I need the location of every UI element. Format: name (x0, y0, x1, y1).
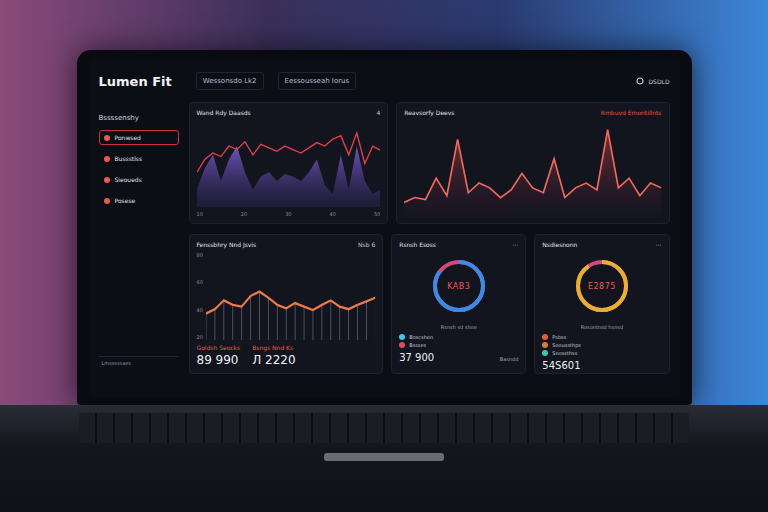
legend-dot-icon (399, 342, 405, 348)
sidebar-item[interactable]: Bussstlss (99, 151, 179, 166)
gauge-card: Rsnsh Esoss ⋯ KAB3 Rsnsh sd shoe Boscshon Bss… (391, 234, 526, 374)
bar (214, 309, 215, 340)
legend-dot-icon (399, 334, 405, 340)
bar (303, 307, 304, 340)
bar (241, 307, 242, 340)
top-bar: Lumen Fit Wessonsdo Lk2 Eessousseah Iorus D… (99, 66, 670, 96)
gauge-reading: KAB3 (447, 282, 470, 291)
bar (268, 298, 269, 340)
legend-item: Snossthss (542, 350, 661, 356)
gauge-caption: Rosontnsd hsnsd (542, 324, 661, 330)
bar (312, 310, 313, 340)
heart-chart (197, 120, 381, 207)
trend-chart-card: Fenssbhry Nnd Jsvis Nsb 6 80604020 Goldsh S… (189, 234, 384, 374)
stat: Goldsh Seocks89 990 (197, 344, 241, 367)
bar (223, 300, 224, 340)
gauge-header: Nsdiesnonn ⋯ (542, 241, 661, 248)
trend-chart (206, 252, 375, 340)
gauge-value: 37 900 (399, 352, 434, 363)
line-series (404, 130, 661, 203)
x-axis: 1020304050 (197, 211, 381, 217)
legend-dot-icon (542, 334, 548, 340)
gauge-title: Rsnsh Esoss (399, 241, 436, 248)
gauge: E2875 (542, 254, 661, 318)
stat: Bsngs Nnd KsЛ 2220 (252, 344, 295, 367)
recovery-chart-card: Reavsorfy Deevs Rmbuvd Emontillnts (396, 102, 669, 224)
status: DSDLD (636, 77, 669, 85)
bar (295, 303, 296, 340)
gauge-note: Basndd (500, 356, 519, 362)
legend-dot-icon (542, 350, 548, 356)
bar (250, 296, 251, 340)
chart-title: Wand Rdy Daasds (197, 109, 251, 116)
line-series (197, 133, 381, 172)
bar (357, 305, 358, 340)
bar (375, 298, 376, 340)
gauge-card: Nsdiesnonn ⋯ E2875 Rosontnsd hsnsd Psbss Soou… (534, 234, 669, 374)
menu-icon[interactable]: ⋯ (656, 241, 662, 248)
bar (330, 300, 331, 340)
bar (339, 307, 340, 340)
item-icon (104, 135, 110, 141)
sidebar-item[interactable]: Posese (99, 193, 179, 208)
gauge: KAB3 (399, 254, 518, 318)
scene: Lumen Fit Wessonsdo Lk2 Eessousseah Iorus D… (0, 0, 768, 512)
laptop-base (0, 405, 768, 512)
chart-title: Reavsorfy Deevs (404, 109, 454, 116)
area-series (197, 146, 381, 207)
sidebar-item[interactable]: Sieoueds (99, 172, 179, 187)
gauge-value: 54S601 (542, 360, 580, 371)
bar (259, 292, 260, 340)
user-icon[interactable] (636, 77, 644, 85)
item-icon (104, 198, 110, 204)
chart-badge: Nsb 6 (358, 241, 375, 248)
bar (277, 305, 278, 340)
heart-chart-card: Wand Rdy Daasds 4 1020304050 (189, 102, 389, 224)
y-axis: 80604020 (197, 252, 203, 340)
sidebar-item[interactable]: Ponwsed (99, 130, 179, 145)
nav-tab[interactable]: Eessousseah Iorus (278, 72, 357, 90)
sidebar: Bssssenshy Ponwsed Bussstlss Sieoueds Posese… (99, 102, 179, 389)
dashboard: Lumen Fit Wessonsdo Lk2 Eessousseah Iorus D… (89, 60, 680, 397)
keyboard (79, 413, 689, 443)
legend-item: Bssses (399, 342, 518, 348)
laptop-lid: Lumen Fit Wessonsdo Lk2 Eessousseah Iorus D… (77, 50, 692, 405)
bar (348, 309, 349, 340)
bar (286, 308, 287, 340)
bar (232, 305, 233, 340)
gauge-reading: E2875 (588, 282, 616, 291)
chart-badge: 4 (376, 109, 380, 116)
chart-title: Fenssbhry Nnd Jsvis (197, 241, 257, 248)
trackpad (324, 453, 444, 461)
nav-tab[interactable]: Wessonsdo Lk2 (196, 72, 264, 90)
menu-icon[interactable]: ⋯ (512, 241, 518, 248)
legend: Psbss Sooussthps Snossthss (542, 334, 661, 356)
item-icon (104, 177, 110, 183)
gauge-header: Rsnsh Esoss ⋯ (399, 241, 518, 248)
bar (366, 301, 367, 340)
logo: Lumen Fit (99, 74, 172, 89)
sidebar-footer: Lmsssssaes (99, 356, 179, 369)
gauge-caption: Rsnsh sd shoe (399, 324, 518, 330)
legend-item: Psbss (542, 334, 661, 340)
legend: Boscshon Bssses (399, 334, 518, 348)
legend-item: Boscshon (399, 334, 518, 340)
legend-dot-icon (542, 342, 548, 348)
line-series (206, 292, 375, 314)
bar (321, 305, 322, 340)
sidebar-heading: Bssssenshy (99, 114, 179, 122)
recovery-chart (404, 120, 661, 217)
gauge-title: Nsdiesnonn (542, 241, 577, 248)
legend-item: Sooussthps (542, 342, 661, 348)
bar (206, 314, 207, 340)
item-icon (104, 156, 110, 162)
chart-tag: Rmbuvd Emontillnts (601, 109, 662, 116)
